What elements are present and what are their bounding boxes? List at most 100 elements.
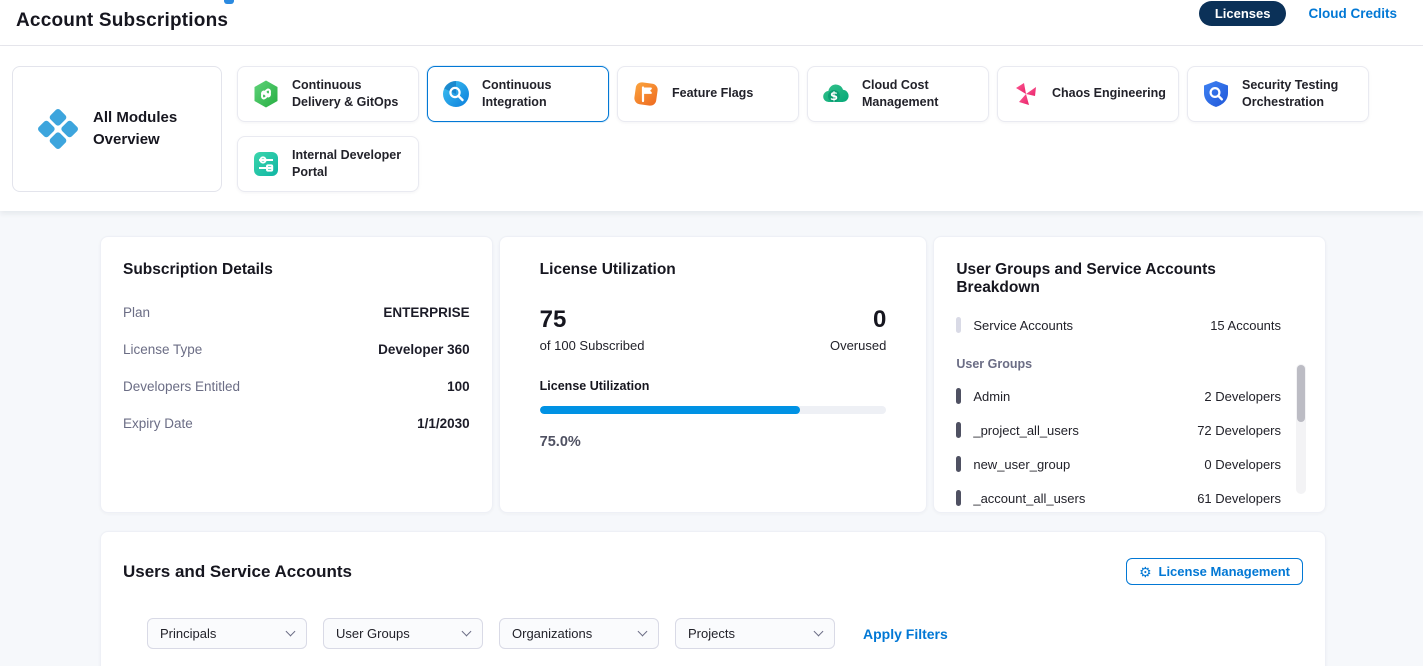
group-marker — [956, 422, 961, 438]
group-marker — [956, 456, 961, 472]
subscription-details-card: Subscription Details Plan ENTERPRISE Lic… — [100, 236, 493, 513]
licenses-tab[interactable]: Licenses — [1199, 1, 1287, 26]
all-modules-overview-label: All Modules Overview — [93, 107, 207, 151]
used-block: 75 of 100 Subscribed — [540, 307, 645, 353]
detail-label: Plan — [123, 305, 150, 320]
utilization-percent: 75.0% — [540, 434, 887, 450]
clipped-blue-artifact — [224, 0, 234, 4]
select-value: User Groups — [336, 626, 410, 641]
module-card-security-testing[interactable]: Security Testing Orchestration — [1187, 66, 1369, 122]
breakdown-scrollbar-thumb[interactable] — [1297, 365, 1305, 422]
module-label: Chaos Engineering — [1052, 85, 1166, 103]
module-card-internal-developer-portal[interactable]: Internal Developer Portal — [237, 136, 419, 192]
overused-block: 0 Overused — [830, 307, 886, 353]
principals-filter-select[interactable]: Principals — [147, 618, 307, 649]
content-area: Subscription Details Plan ENTERPRISE Lic… — [0, 211, 1423, 666]
feature-flags-icon — [631, 79, 661, 109]
detail-row-expiry-date: Expiry Date 1/1/2030 — [123, 416, 470, 431]
all-modules-overview-card[interactable]: All Modules Overview — [12, 66, 222, 192]
user-groups-filter-select[interactable]: User Groups — [323, 618, 483, 649]
license-management-button[interactable]: ⚙ License Management — [1126, 558, 1303, 585]
service-accounts-marker — [956, 317, 961, 333]
select-value: Organizations — [512, 626, 592, 641]
page-title: Account Subscriptions — [16, 10, 228, 32]
summary-cards-row: Subscription Details Plan ENTERPRISE Lic… — [100, 236, 1326, 513]
chevron-down-icon — [638, 627, 648, 637]
svg-text:$: $ — [830, 89, 838, 103]
gear-icon: ⚙ — [1139, 565, 1152, 579]
header-tabs: Licenses Cloud Credits — [1199, 0, 1397, 26]
filters-row: Principals User Groups Organizations Pro… — [147, 618, 1303, 649]
module-card-feature-flags[interactable]: Feature Flags — [617, 66, 799, 122]
detail-row-developers-entitled: Developers Entitled 100 — [123, 379, 470, 394]
all-modules-icon — [35, 106, 81, 152]
group-name: new_user_group — [973, 457, 1070, 472]
chaos-engineering-icon — [1011, 79, 1041, 109]
user-group-row: new_user_group 0 Developers — [956, 447, 1303, 481]
detail-value: Developer 360 — [378, 342, 470, 357]
group-name: _account_all_users — [973, 491, 1085, 506]
top-bar: Account Subscriptions Licenses Cloud Cre… — [0, 0, 1423, 46]
detail-value: 1/1/2030 — [417, 416, 470, 431]
module-card-chaos-engineering[interactable]: Chaos Engineering — [997, 66, 1179, 122]
detail-row-license-type: License Type Developer 360 — [123, 342, 470, 357]
license-management-label: License Management — [1159, 564, 1291, 579]
continuous-integration-icon — [441, 79, 471, 109]
license-utilization-title: License Utilization — [540, 261, 887, 279]
module-label: Continuous Delivery & GitOps — [292, 77, 408, 112]
breakdown-card: User Groups and Service Accounts Breakdo… — [933, 236, 1326, 513]
service-accounts-value: 15 Accounts — [1210, 318, 1303, 333]
detail-label: License Type — [123, 342, 202, 357]
module-label: Continuous Integration — [482, 77, 598, 112]
service-accounts-label: Service Accounts — [973, 318, 1073, 333]
module-grid: Continuous Delivery & GitOps Continuous … — [237, 66, 1387, 192]
modules-strip: All Modules Overview Continuous Delivery… — [0, 46, 1423, 211]
module-label: Feature Flags — [672, 85, 753, 103]
internal-developer-portal-icon — [251, 149, 281, 179]
breakdown-title: User Groups and Service Accounts Breakdo… — [956, 261, 1303, 297]
group-value: 0 Developers — [1204, 457, 1303, 472]
usage-numbers: 75 of 100 Subscribed 0 Overused — [540, 307, 887, 353]
utilization-bar-label: License Utilization — [540, 379, 887, 393]
users-section-header: Users and Service Accounts ⚙ License Man… — [123, 558, 1303, 585]
module-card-cd-gitops[interactable]: Continuous Delivery & GitOps — [237, 66, 419, 122]
cd-gitops-icon — [251, 79, 281, 109]
cloud-credits-tab[interactable]: Cloud Credits — [1308, 6, 1397, 21]
user-groups-list: Admin 2 Developers _project_all_users 72… — [956, 379, 1303, 515]
module-card-cloud-cost[interactable]: $ Cloud Cost Management — [807, 66, 989, 122]
module-label: Security Testing Orchestration — [1242, 77, 1358, 112]
group-name: Admin — [973, 389, 1010, 404]
chevron-down-icon — [462, 627, 472, 637]
detail-value: 100 — [447, 379, 470, 394]
user-groups-heading: User Groups — [956, 357, 1303, 371]
security-testing-icon — [1201, 79, 1231, 109]
user-group-row: _project_all_users 72 Developers — [956, 413, 1303, 447]
user-group-row: _account_all_users 61 Developers — [956, 481, 1303, 515]
group-value: 61 Developers — [1197, 491, 1303, 506]
module-label: Cloud Cost Management — [862, 77, 978, 112]
used-caption: of 100 Subscribed — [540, 338, 645, 353]
group-name: _project_all_users — [973, 423, 1079, 438]
service-accounts-row: Service Accounts 15 Accounts — [956, 317, 1303, 333]
used-count: 75 — [540, 307, 645, 333]
users-section-title: Users and Service Accounts — [123, 562, 352, 582]
utilization-progress-track — [540, 406, 887, 414]
users-service-accounts-card: Users and Service Accounts ⚙ License Man… — [100, 531, 1326, 666]
organizations-filter-select[interactable]: Organizations — [499, 618, 659, 649]
group-marker — [956, 490, 961, 506]
select-value: Projects — [688, 626, 735, 641]
detail-label: Expiry Date — [123, 416, 193, 431]
detail-row-plan: Plan ENTERPRISE — [123, 305, 470, 320]
group-value: 2 Developers — [1204, 389, 1303, 404]
apply-filters-button[interactable]: Apply Filters — [863, 626, 948, 642]
license-utilization-card: License Utilization 75 of 100 Subscribed… — [499, 236, 928, 513]
projects-filter-select[interactable]: Projects — [675, 618, 835, 649]
group-value: 72 Developers — [1197, 423, 1303, 438]
module-card-continuous-integration[interactable]: Continuous Integration — [427, 66, 609, 122]
group-marker — [956, 388, 961, 404]
select-value: Principals — [160, 626, 216, 641]
cloud-cost-icon: $ — [821, 79, 851, 109]
breakdown-scrollbar-track[interactable] — [1296, 364, 1306, 494]
module-label: Internal Developer Portal — [292, 147, 408, 182]
utilization-progress-fill — [540, 406, 800, 414]
